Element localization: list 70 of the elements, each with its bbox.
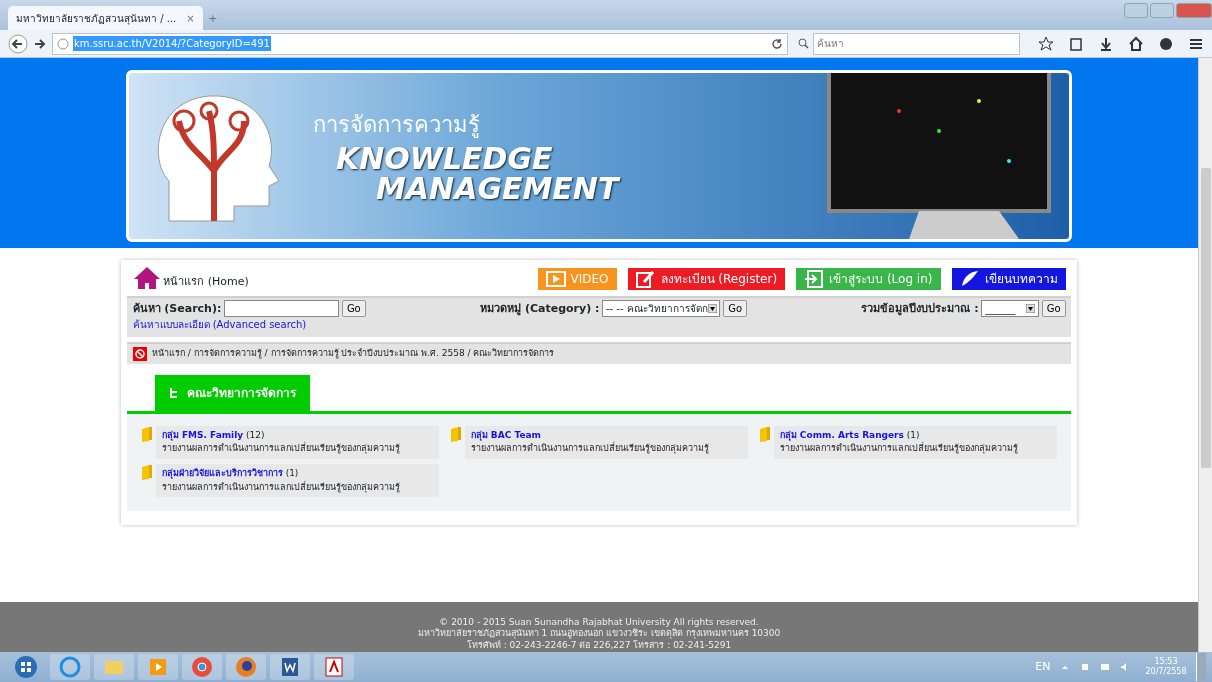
write-icon xyxy=(959,270,980,288)
star-icon[interactable] xyxy=(1038,35,1054,52)
dropdown-icon xyxy=(1026,304,1036,314)
footer-text: โทรศัพท์ : 02-243-2246-7 ต่อ 226,227 โทรสาร : 02-241-5291 xyxy=(465,639,733,651)
back-icon[interactable] xyxy=(8,33,28,54)
footer-text: มหาวิทยาลัยราชภัฏสวนสุนันทา 1 ถนนอู่ทองนอก แขวงวชิระ เขตดุสิต กรุงเทพมหานคร 10300 xyxy=(416,628,782,640)
taskbar-button[interactable] xyxy=(314,654,354,680)
group-link[interactable]: กลุ่ม FMS. Family xyxy=(161,429,244,440)
show-desktop-button[interactable] xyxy=(1196,653,1206,681)
home-icon xyxy=(132,266,161,290)
globe-icon xyxy=(57,37,69,50)
budget-select[interactable]: ______ xyxy=(981,300,1039,318)
search-icon xyxy=(798,38,809,49)
search-label: ค้นหา (Search): xyxy=(132,300,222,317)
category-select[interactable]: -- -- คณะวิทยาการจัดก xyxy=(602,300,721,318)
go-button[interactable]: Go xyxy=(723,300,748,318)
clock-time: 15:53 xyxy=(1153,657,1179,667)
group-description: รายงานผลการดำเนินงานการแลกเปลี่ยนเรียนรู้ของกลุ่มความรู้ xyxy=(161,442,433,456)
register-icon xyxy=(635,270,656,288)
group-count: (12) xyxy=(246,429,265,440)
dropdown-icon xyxy=(707,304,717,314)
home-icon[interactable] xyxy=(1128,35,1144,52)
taskbar-button[interactable] xyxy=(226,654,266,680)
taskbar-button[interactable] xyxy=(270,654,310,680)
group-count: (1) xyxy=(285,468,299,478)
advanced-search-link[interactable]: ค้นหาแบบละเอียด (Advanced search) xyxy=(132,319,307,331)
download-icon[interactable] xyxy=(1098,35,1114,52)
close-button[interactable] xyxy=(1176,3,1212,18)
tab-title: มหาวิทยาลัยราชภัฏสวนสุนันทา / ... xyxy=(16,11,177,26)
write-button[interactable]: เขียนบทความ xyxy=(951,268,1066,290)
search-field[interactable]: ค้นหา xyxy=(813,32,1020,55)
tree-icon xyxy=(169,386,179,399)
stop-icon xyxy=(132,346,147,361)
scrollbar[interactable] xyxy=(1198,58,1212,652)
group-link[interactable]: กลุ่ม BAC Team xyxy=(470,429,541,440)
banner-title: KNOWLEDGE xyxy=(336,143,554,174)
banner-subtitle: การจัดการความรู้ xyxy=(313,111,481,140)
folder-icon xyxy=(141,464,153,480)
reload-icon[interactable] xyxy=(771,37,783,50)
browser-tab[interactable]: มหาวิทยาลัยราชภัฏสวนสุนันทา / ... × xyxy=(8,6,203,30)
group-count: (1) xyxy=(906,429,920,440)
login-icon xyxy=(804,270,825,288)
home-link[interactable]: หน้าแรก (Home) xyxy=(163,273,249,290)
browser-icon xyxy=(234,655,258,679)
banner-title: MANAGEMENT xyxy=(376,173,619,204)
url-text: km.ssru.ac.th/V2014/?CategoryID=491 xyxy=(73,36,271,51)
pdf-icon xyxy=(322,655,346,679)
go-button[interactable]: Go xyxy=(341,300,366,318)
footer-text: © 2010 - 2015 Suan Sunandha Rajabhat University All rights reserved. xyxy=(438,617,760,628)
register-button[interactable]: ลงทะเบียน (Register) xyxy=(627,268,786,290)
group-link[interactable]: กลุ่มฝ่ายวิจัยและบริการวิชาการ xyxy=(161,468,283,478)
group-description: รายงานผลการดำเนินงานการแลกเปลี่ยนเรียนรู้ของกลุ่มความรู้ xyxy=(161,480,401,494)
go-button[interactable]: Go xyxy=(1041,300,1066,318)
group-description: รายงานผลการดำเนินงานการแลกเปลี่ยนเรียนรู้ของกลุ่มความรู้ xyxy=(470,442,742,456)
globe-icon xyxy=(58,655,82,679)
search-input[interactable] xyxy=(224,300,340,318)
tab-close-button[interactable]: × xyxy=(186,10,195,26)
folder-icon xyxy=(758,425,771,442)
category-label: หมวดหมู่ (Category) : xyxy=(480,300,600,317)
group-link[interactable]: กลุ่ม Comm. Arts Rangers xyxy=(779,429,904,440)
folder-icon xyxy=(450,425,462,442)
windows-logo-icon xyxy=(14,655,38,679)
clock-date: 20/7/2558 xyxy=(1145,667,1187,677)
video-icon xyxy=(545,270,566,288)
budget-label: รวมข้อมูลปีงบประมาณ : xyxy=(861,300,979,317)
folder-icon xyxy=(141,425,153,442)
forward-icon[interactable] xyxy=(34,37,46,50)
group-description: รายงานผลการดำเนินงานการแลกเปลี่ยนเรียนรู้ของกลุ่มความรู้ xyxy=(779,442,1051,456)
breadcrumb-text: หน้าแรก / การจัดการความรู้ / การจัดการความรู้ ประจำปีงบประมาณ พ.ศ. 2558 / คณะวิทยาการจัดการ xyxy=(152,347,555,361)
browser-icon xyxy=(190,655,214,679)
